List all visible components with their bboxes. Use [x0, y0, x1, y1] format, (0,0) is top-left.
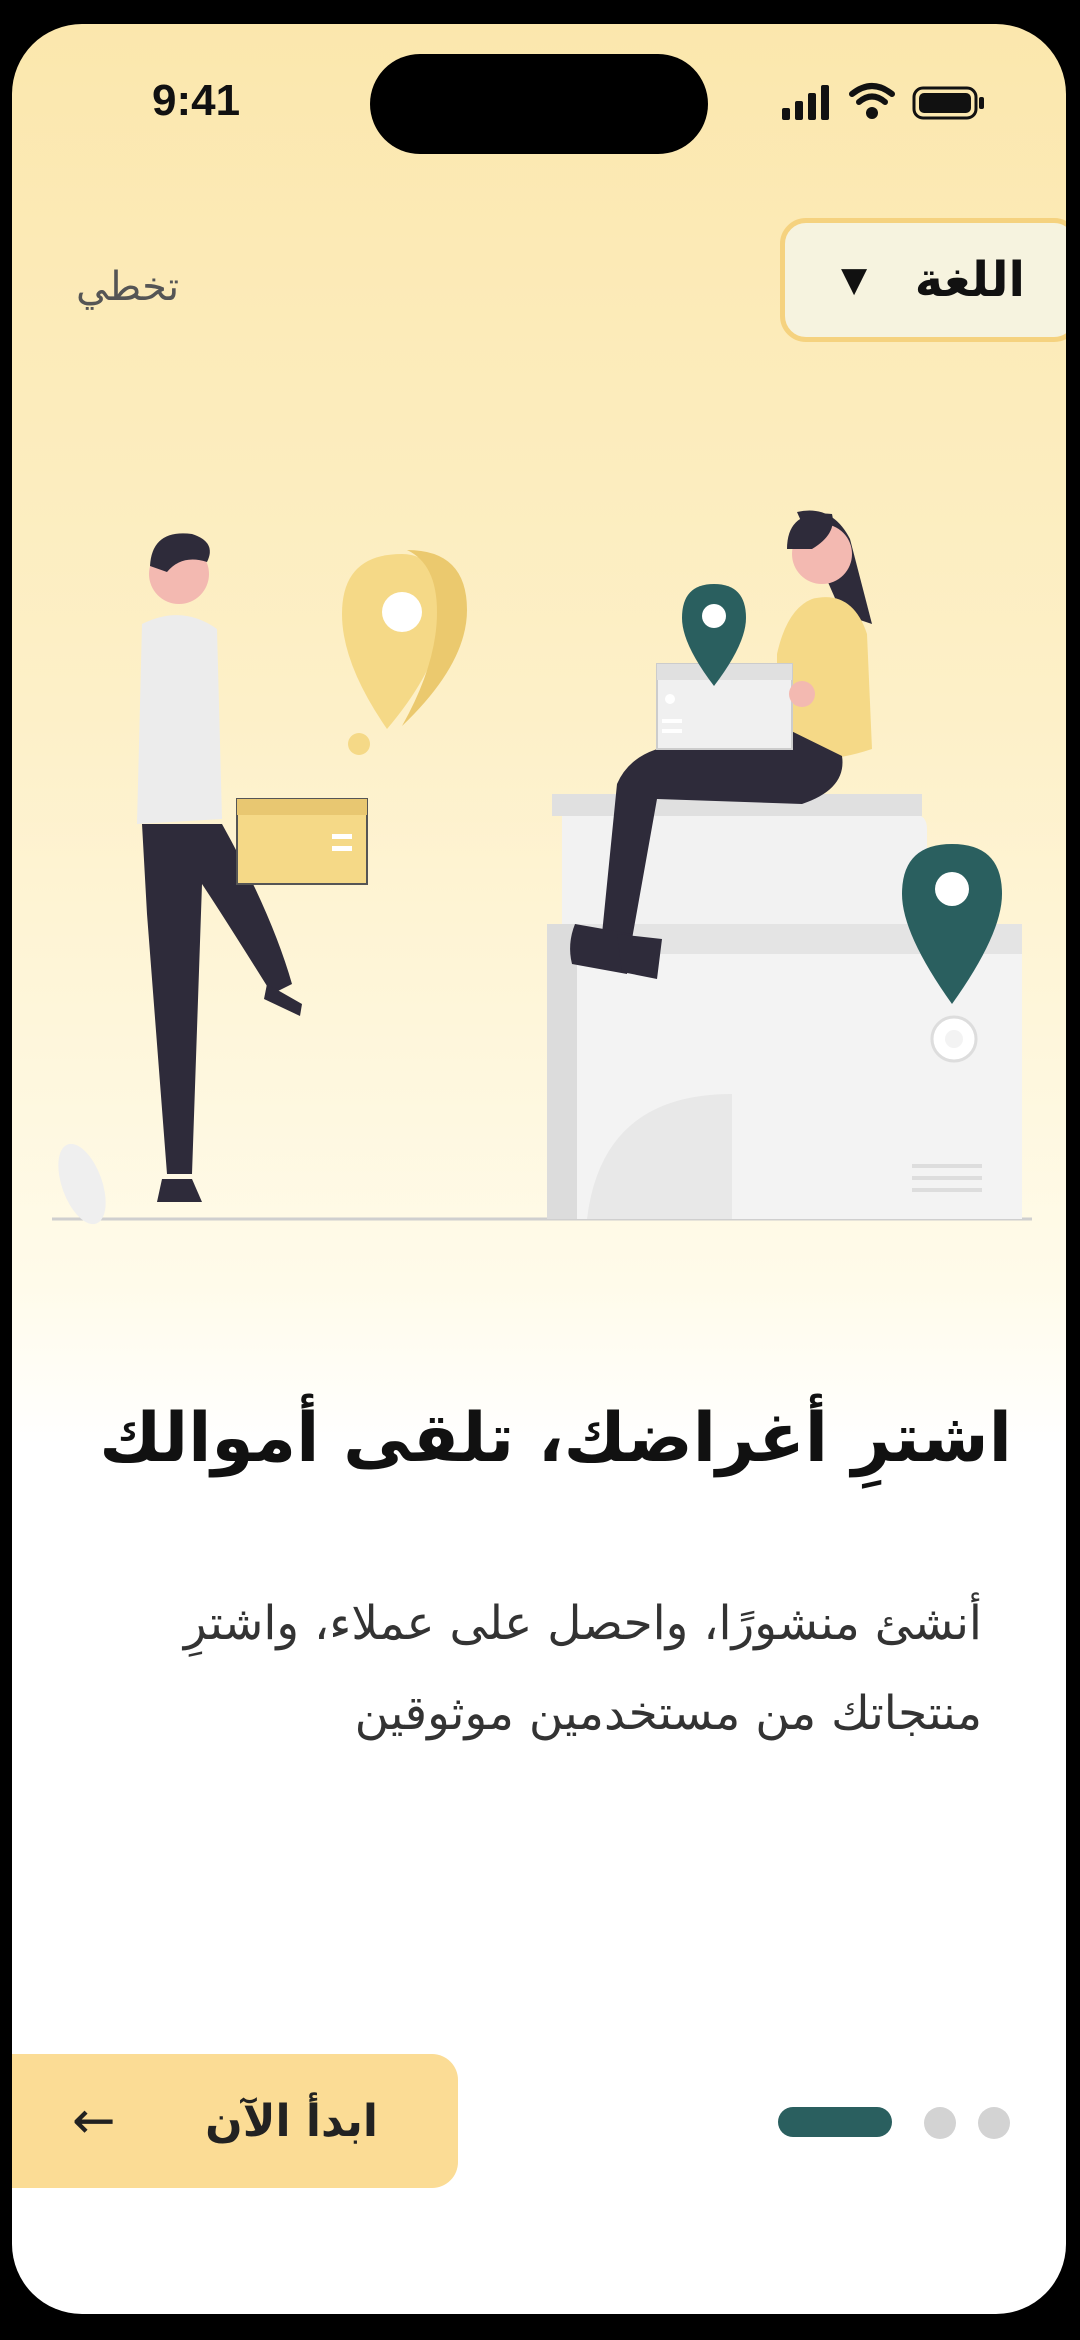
arrow-left-icon: ←	[72, 2091, 116, 2151]
phone-screen: 9:41 تخطي ▼ اللغة اشترِ أغراضك، تلقى أمو…	[12, 24, 1066, 2314]
status-time: 9:41	[152, 76, 241, 125]
status-bar: 9:41	[12, 24, 1066, 154]
status-icons	[782, 83, 984, 120]
start-now-button[interactable]: ← ابدأ الآن	[12, 2054, 458, 2188]
slide-description: أنشئ منشورًا، واحصل على عملاء، واشترِ من…	[183, 1596, 982, 1741]
caret-down-icon: ▼	[841, 260, 868, 300]
page-dot	[978, 2107, 1010, 2139]
slide-title: اشترِ أغراضك، تلقى أموالك	[99, 1399, 1012, 1478]
battery-icon	[912, 86, 984, 120]
dynamic-island	[370, 54, 708, 154]
page-indicator	[778, 2104, 1018, 2140]
map-pin-icon	[342, 550, 467, 755]
skip-button[interactable]: تخطي	[76, 264, 179, 310]
wifi-icon	[849, 83, 895, 119]
page-dot	[924, 2107, 956, 2139]
held-box	[656, 663, 793, 750]
language-dropdown[interactable]: ▼ اللغة	[780, 218, 1066, 342]
cellular-signal-icon	[782, 85, 829, 120]
language-label: اللغة	[914, 252, 1025, 308]
man-figure	[137, 533, 368, 1202]
start-now-label: ابدأ الآن	[205, 2095, 378, 2147]
delivery-illustration	[52, 510, 1032, 1225]
page-dot-active	[778, 2107, 892, 2137]
leaf-icon	[58, 1143, 106, 1225]
